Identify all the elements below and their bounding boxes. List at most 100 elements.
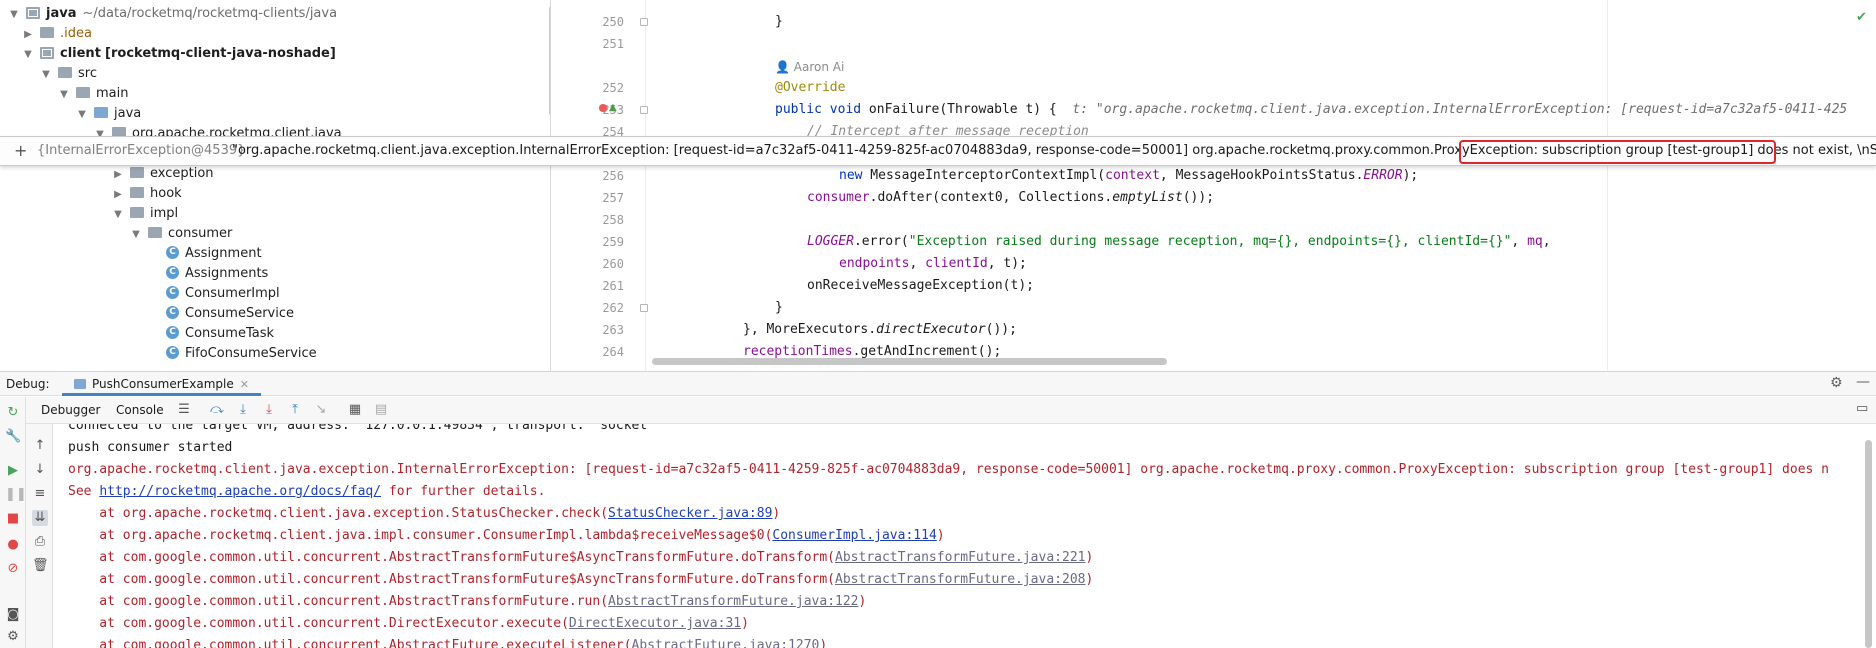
chevron-down-icon[interactable]: ▼ <box>130 225 142 245</box>
tab-push-consumer-example[interactable]: PushConsumerExample ✕ <box>62 372 261 396</box>
source-link[interactable]: StatusChecker.java:89 <box>608 506 772 521</box>
class-icon: C <box>166 266 179 279</box>
breakpoint-icon[interactable] <box>599 104 607 112</box>
rerun-icon[interactable]: ↻ <box>5 405 21 421</box>
debug-toolbar: Debugger Console ☰ ⤼ ⤓ ⤓ ⤒ ↘ ▦ ▤ ▭ <box>0 397 1876 424</box>
tab-console[interactable]: Console <box>116 403 164 417</box>
chevron-down-icon[interactable]: ▼ <box>112 205 124 225</box>
tree-item-consumetask[interactable]: C ConsumeTask <box>166 324 274 344</box>
code-line-263: }, MoreExecutors.directExecutor()); <box>743 322 1017 337</box>
line-number: 258 <box>602 213 624 227</box>
step-into-icon[interactable]: ⤓ <box>235 401 251 419</box>
run-to-cursor-icon[interactable]: ↘ <box>313 401 329 419</box>
code-line-250: } <box>775 14 783 29</box>
debug-value-popup[interactable]: + {InternalErrorException@4539} "org.apa… <box>0 136 1876 166</box>
tree-item-src[interactable]: ▼ src <box>40 64 97 84</box>
tree-item-main[interactable]: ▼ main <box>58 84 128 104</box>
tree-scrollbar[interactable] <box>549 6 550 116</box>
chevron-down-icon[interactable]: ▼ <box>22 45 34 65</box>
line-number: 250 <box>602 15 624 29</box>
tree-item-consumer[interactable]: ▼ consumer <box>130 224 232 244</box>
tree-item-exception[interactable]: ▶ exception <box>112 164 213 185</box>
source-link[interactable]: ConsumerImpl.java:114 <box>772 528 936 543</box>
console-output[interactable]: connected to the target VM, address: '12… <box>53 424 1863 648</box>
force-step-into-icon[interactable]: ⤓ <box>261 401 277 419</box>
fold-icon[interactable] <box>640 304 648 312</box>
chevron-down-icon[interactable]: ▼ <box>40 65 52 85</box>
camera-icon[interactable]: ◙ <box>5 607 21 623</box>
line-number: 262 <box>602 301 624 315</box>
author-annotation[interactable]: 👤 Aaron Ai <box>775 56 844 78</box>
resume-icon[interactable]: ▶ <box>5 463 21 479</box>
step-over-icon[interactable]: ⤼ <box>209 401 225 419</box>
trash-icon[interactable]: 🗑 <box>32 558 49 574</box>
fold-icon[interactable] <box>640 18 648 26</box>
expand-icon[interactable]: + <box>14 137 27 165</box>
module-icon <box>26 6 40 19</box>
wrench-icon[interactable]: 🔧 <box>5 429 21 445</box>
tree-item-hook[interactable]: ▶ hook <box>112 184 182 204</box>
mute-breakpoints-icon[interactable]: ⊘ <box>5 561 21 577</box>
source-link[interactable]: AbstractTransformFuture.java:122 <box>608 594 858 609</box>
tree-item-consumerimpl[interactable]: C ConsumerImpl <box>166 284 280 304</box>
source-link[interactable]: DirectExecutor.java:31 <box>569 616 741 631</box>
pause-icon[interactable]: ❚❚ <box>5 487 27 503</box>
line-number: 251 <box>602 37 624 51</box>
source-link[interactable]: AbstractFuture.java:1270 <box>632 638 820 648</box>
source-link[interactable]: AbstractTransformFuture.java:208 <box>835 572 1085 587</box>
console-scrollbar[interactable] <box>1865 440 1872 648</box>
chevron-right-icon[interactable]: ▶ <box>112 165 124 185</box>
view-breakpoints-icon[interactable]: ● <box>5 537 21 553</box>
source-link[interactable]: AbstractTransformFuture.java:221 <box>835 550 1085 565</box>
tree-item-java-root[interactable]: ▼ java ~/data/rocketmq/rocketmq-clients/ja… <box>8 4 337 24</box>
stack-trace-line: at com.google.common.util.concurrent.Dir… <box>68 616 749 631</box>
chevron-down-icon[interactable]: ▼ <box>58 85 70 105</box>
gear-icon[interactable]: ⚙ <box>1830 375 1843 391</box>
line-number: 259 <box>602 235 624 249</box>
layout-icon[interactable]: ▭ <box>1856 401 1868 416</box>
tab-debugger[interactable]: Debugger <box>41 403 100 417</box>
arrow-up-icon[interactable]: ↑ <box>32 438 48 454</box>
scroll-to-end-icon[interactable]: ⇊ <box>32 510 48 526</box>
code-line-253: public void onFailure(Throwable t) { t: … <box>775 102 1848 117</box>
tree-item-fifoconsumeservice[interactable]: C FifoConsumeService <box>166 344 317 364</box>
stack-trace-line: at com.google.common.util.concurrent.Abs… <box>68 594 867 609</box>
menu-icon[interactable]: ☰ <box>176 401 192 419</box>
editor-horizontal-scrollbar[interactable] <box>652 358 1167 365</box>
step-out-icon[interactable]: ⤒ <box>287 401 303 419</box>
inline-debug-value[interactable]: t: "org.apache.rocketmq.client.java.exce… <box>1072 102 1847 117</box>
fold-icon[interactable] <box>640 106 648 114</box>
code-line-257: consumer.doAfter(context0, Collections.e… <box>807 190 1215 205</box>
close-icon[interactable]: ✕ <box>240 378 249 391</box>
settings-icon[interactable]: ⚙ <box>5 629 21 645</box>
chevron-right-icon[interactable]: ▶ <box>22 25 34 45</box>
console-actions-sidebar: ↑ ↓ ≡ ⇊ ⎙ 🗑 <box>26 424 53 648</box>
tree-item-impl[interactable]: ▼ impl <box>112 204 178 224</box>
console-line: connected to the target VM, address: '12… <box>68 424 655 433</box>
tree-item-idea[interactable]: ▶ .idea <box>22 24 92 44</box>
soft-wrap-icon[interactable]: ≡ <box>32 486 48 502</box>
tree-item-java[interactable]: ▼ java <box>76 104 141 124</box>
minimize-icon[interactable]: — <box>1856 374 1870 390</box>
faq-link[interactable]: http://rocketmq.apache.org/docs/faq/ <box>99 484 381 499</box>
line-number: 257 <box>602 191 624 205</box>
tree-item-assignment[interactable]: C Assignment <box>166 244 262 264</box>
override-marker-icon[interactable]: ▲ <box>609 102 617 113</box>
stack-trace-line: at org.apache.rocketmq.client.java.impl.… <box>68 528 945 543</box>
print-icon[interactable]: ⎙ <box>32 534 48 550</box>
tree-item-consumeservice[interactable]: C ConsumeService <box>166 304 294 324</box>
check-icon[interactable]: ✔ <box>1856 10 1867 25</box>
chevron-down-icon[interactable]: ▼ <box>76 105 88 125</box>
chevron-right-icon[interactable]: ▶ <box>112 185 124 205</box>
tree-item-client[interactable]: ▼ client [rocketmq-client-java-noshade] <box>22 44 336 64</box>
stop-icon[interactable]: ■ <box>5 511 21 527</box>
code-editor[interactable]: 250 251 252 253 254 256 257 258 259 260 … <box>562 0 1876 371</box>
folder-icon <box>40 27 54 38</box>
chevron-down-icon[interactable]: ▼ <box>8 5 20 25</box>
tree-item-assignments[interactable]: C Assignments <box>166 264 268 284</box>
trace-icon[interactable]: ▤ <box>373 401 389 419</box>
line-number: 261 <box>602 279 624 293</box>
arrow-down-icon[interactable]: ↓ <box>32 462 48 478</box>
evaluate-icon[interactable]: ▦ <box>347 401 363 419</box>
console-line-error: org.apache.rocketmq.client.java.exceptio… <box>68 462 1829 477</box>
